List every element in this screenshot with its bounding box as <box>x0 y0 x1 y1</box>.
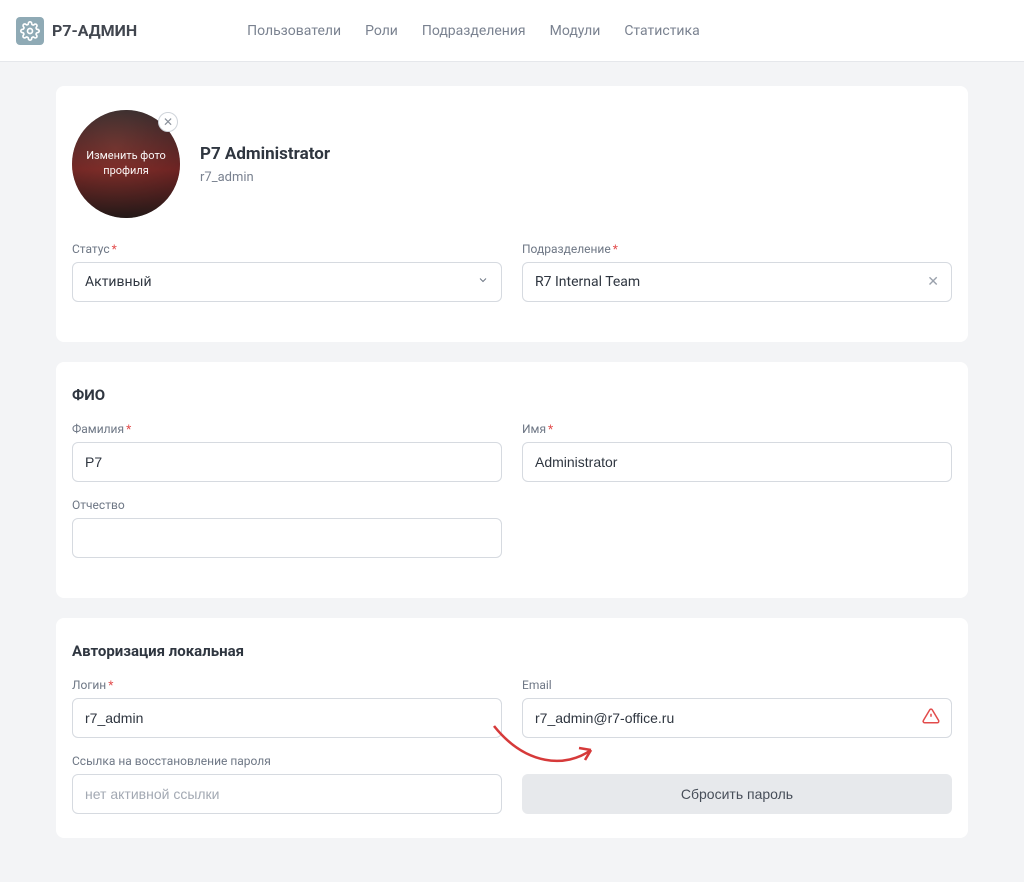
logo[interactable]: Р7-АДМИН <box>16 17 137 45</box>
reset-link-label: Ссылка на восстановление пароля <box>72 754 502 768</box>
close-icon: ✕ <box>163 115 173 129</box>
gear-icon <box>16 17 44 45</box>
login-label: Логин* <box>72 678 502 692</box>
profile-display-name: P7 Administrator <box>200 144 330 164</box>
email-input[interactable] <box>522 698 952 738</box>
lastname-label: Фамилия* <box>72 422 502 436</box>
profile-card: Изменить фото профиля ✕ P7 Administrator… <box>56 86 968 342</box>
login-input[interactable] <box>72 698 502 738</box>
auth-card: Авторизация локальная Логин* Email <box>56 618 968 838</box>
fio-section-title: ФИО <box>72 386 952 404</box>
reset-link-input <box>72 774 502 814</box>
nav-users[interactable]: Пользователи <box>247 23 341 39</box>
status-value: Активный <box>85 274 152 290</box>
firstname-label: Имя* <box>522 422 952 436</box>
logo-text: Р7-АДМИН <box>52 21 137 40</box>
warning-icon <box>922 707 940 729</box>
firstname-input[interactable] <box>522 442 952 482</box>
department-label: Подразделение* <box>522 242 952 256</box>
nav-modules[interactable]: Модули <box>550 23 601 39</box>
status-label: Статус* <box>72 242 502 256</box>
patronymic-input[interactable] <box>72 518 502 558</box>
email-label: Email <box>522 678 952 692</box>
lastname-input[interactable] <box>72 442 502 482</box>
department-select[interactable]: R7 Internal Team ✕ <box>522 262 952 302</box>
auth-section-title: Авторизация локальная <box>72 642 952 660</box>
department-value: R7 Internal Team <box>535 274 640 290</box>
avatar-remove-button[interactable]: ✕ <box>158 112 178 132</box>
reset-password-button[interactable]: Сбросить пароль <box>522 774 952 814</box>
fio-card: ФИО Фамилия* Имя* Отчество <box>56 362 968 598</box>
clear-icon[interactable]: ✕ <box>927 274 939 290</box>
profile-username: r7_admin <box>200 170 330 185</box>
main-nav: Пользователи Роли Подразделения Модули С… <box>247 23 700 39</box>
chevron-down-icon <box>477 274 489 290</box>
patronymic-label: Отчество <box>72 498 502 512</box>
avatar-overlay-text: Изменить фото профиля <box>72 149 180 179</box>
nav-departments[interactable]: Подразделения <box>422 23 526 39</box>
header-bar: Р7-АДМИН Пользователи Роли Подразделения… <box>0 0 1024 62</box>
status-select[interactable]: Активный <box>72 262 502 302</box>
nav-stats[interactable]: Статистика <box>624 23 699 39</box>
nav-roles[interactable]: Роли <box>365 23 398 39</box>
